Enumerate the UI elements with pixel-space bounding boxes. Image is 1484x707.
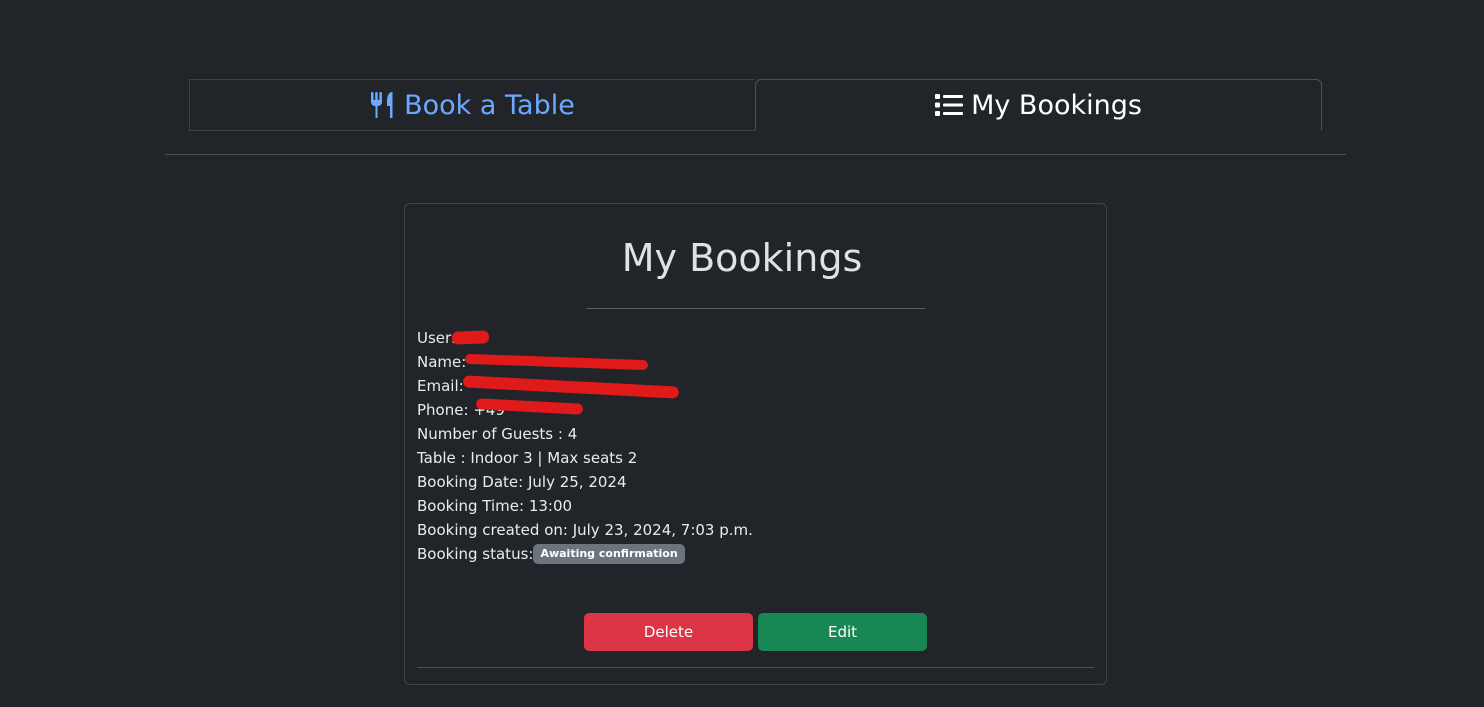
list-icon <box>935 93 964 117</box>
tab-my-bookings-label: My Bookings <box>971 89 1142 121</box>
tab-my-bookings[interactable]: My Bookings <box>755 79 1322 131</box>
name-label: Name: <box>417 353 467 371</box>
email-row: Email: <box>417 374 753 399</box>
phone-row: Phone: +49 <box>417 398 753 422</box>
user-label: User: <box>417 329 456 347</box>
booking-details: User: Name: Email: Phone: +49 Number of … <box>417 326 753 566</box>
booking-time-row: Booking Time: 13:00 <box>417 497 573 515</box>
name-row: Name: <box>417 350 753 374</box>
tabs-divider <box>165 154 1346 155</box>
status-label: Booking status: <box>417 545 534 563</box>
user-row: User: <box>417 326 753 350</box>
booking-date-row: Booking Date: July 25, 2024 <box>417 473 627 491</box>
edit-button[interactable]: Edit <box>758 613 927 651</box>
status-badge: Awaiting confirmation <box>533 543 685 564</box>
guests-row: Number of Guests : 4 <box>417 425 578 443</box>
status-row: Booking status: Awaiting confirmation <box>417 542 753 566</box>
page-title: My Bookings <box>621 236 863 280</box>
booking-tabs: Book a Table My Bookings <box>189 79 1322 131</box>
card-footer-divider <box>417 667 1094 668</box>
redaction-mark <box>462 375 680 399</box>
table-row: Table : Indoor 3 | Max seats 2 <box>417 449 638 467</box>
title-divider <box>586 308 925 309</box>
email-label: Email: <box>417 377 464 395</box>
redaction-mark <box>464 353 649 371</box>
utensils-icon <box>370 91 396 119</box>
created-on-row: Booking created on: July 23, 2024, 7:03 … <box>417 521 753 539</box>
phone-label: Phone: <box>417 401 469 419</box>
tab-book-a-table[interactable]: Book a Table <box>189 79 755 131</box>
tab-book-a-table-label: Book a Table <box>404 89 575 121</box>
delete-button[interactable]: Delete <box>584 613 753 651</box>
redaction-mark <box>451 330 490 345</box>
